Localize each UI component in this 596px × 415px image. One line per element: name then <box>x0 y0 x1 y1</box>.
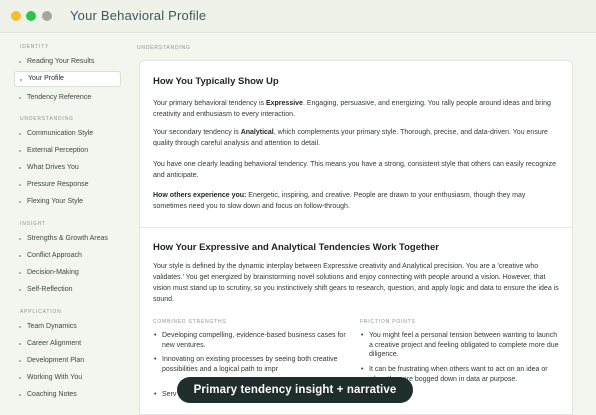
sidebar-item-self-reflection[interactable]: Self-Reflection <box>14 282 121 298</box>
bullet-icon: • <box>361 366 364 373</box>
sidebar-item-decision-making[interactable]: Decision-Making <box>14 265 121 281</box>
bullet-icon <box>20 79 22 81</box>
sidebar: IDENTITY Reading Your Results Your Profi… <box>0 34 128 415</box>
list-item: • Innovating on existing processes by see… <box>153 355 349 379</box>
sidebar-item-label: Decision-Making <box>27 269 79 276</box>
sidebar-item-reading-your-results[interactable]: Reading Your Results <box>14 54 121 70</box>
sidebar-item-label: External Perception <box>27 147 89 154</box>
sidebar-item-label: Conflict Approach <box>27 252 82 259</box>
sidebar-item-career-alignment[interactable]: Career Alignment <box>14 336 121 352</box>
sidebar-item-label: Self-Reflection <box>27 286 73 293</box>
text: You might feel a personal tension betwee… <box>369 332 559 358</box>
sidebar-section-insight: INSIGHT <box>20 221 46 227</box>
bullet-icon <box>19 326 21 328</box>
bullet-icon <box>19 255 21 257</box>
bullet-icon <box>19 343 21 345</box>
bullet-icon <box>19 377 21 379</box>
window-dot-green-icon[interactable] <box>26 11 36 21</box>
profile-card: How You Typically Show Up Your primary b… <box>139 60 573 415</box>
insight-toast: Primary tendency insight + narrative <box>177 377 413 403</box>
sidebar-item-what-drives-you[interactable]: What Drives You <box>14 160 121 176</box>
text: Developing compelling, evidence-based bu… <box>162 332 346 349</box>
bullet-icon: • <box>361 332 364 339</box>
sidebar-section-identity: IDENTITY <box>20 44 50 50</box>
text: Serv <box>162 391 177 398</box>
sidebar-item-label: Career Alignment <box>27 340 82 347</box>
sidebar-item-your-profile[interactable]: Your Profile <box>14 71 121 87</box>
main-section-label: UNDERSTANDING <box>137 45 191 51</box>
show-up-heading: How You Typically Show Up <box>153 76 279 87</box>
text: Your primary behavioral tendency is <box>153 100 266 107</box>
sidebar-item-label: Coaching Notes <box>27 391 77 398</box>
bullet-icon <box>19 289 21 291</box>
sidebar-item-development-plan[interactable]: Development Plan <box>14 353 121 369</box>
bullet-icon <box>19 201 21 203</box>
sidebar-item-external-perception[interactable]: External Perception <box>14 143 121 159</box>
sidebar-item-label: What Drives You <box>27 164 79 171</box>
text: Your secondary tendency is <box>153 129 241 136</box>
sidebar-item-label: Tendency Reference <box>27 94 92 101</box>
show-up-paragraph-others: How others experience you: Energetic, in… <box>153 190 559 212</box>
bullet-icon <box>19 238 21 240</box>
bullet-icon <box>19 61 21 63</box>
sidebar-item-label: Communication Style <box>27 130 94 137</box>
sidebar-item-label: Strengths & Growth Areas <box>27 235 108 242</box>
sidebar-section-application: APPLICATION <box>20 309 62 315</box>
show-up-paragraph-primary: Your primary behavioral tendency is Expr… <box>153 98 559 120</box>
window-dot-gray-icon[interactable] <box>42 11 52 21</box>
show-up-paragraph-leading: You have one clearly leading behavioral … <box>153 161 557 179</box>
primary-tendency: Expressive <box>265 100 303 107</box>
combined-strengths-label: COMBINED STRENGTHS <box>153 319 227 325</box>
sidebar-item-label: Your Profile <box>28 75 64 82</box>
sidebar-item-conflict-approach[interactable]: Conflict Approach <box>14 248 121 264</box>
together-heading: How Your Expressive and Analytical Tende… <box>153 242 439 253</box>
sidebar-item-label: Flexing Your Style <box>27 198 84 205</box>
bullet-icon <box>19 97 21 99</box>
window-dot-yellow-icon[interactable] <box>11 11 21 21</box>
bullet-icon <box>19 150 21 152</box>
bullet-icon <box>19 184 21 186</box>
sidebar-item-tendency-reference[interactable]: Tendency Reference <box>14 90 121 106</box>
sidebar-item-strengths-growth[interactable]: Strengths & Growth Areas <box>14 231 121 247</box>
list-item: • Developing compelling, evidence-based b… <box>153 331 349 350</box>
sidebar-item-pressure-response[interactable]: Pressure Response <box>14 177 121 193</box>
sidebar-item-team-dynamics[interactable]: Team Dynamics <box>14 319 121 335</box>
bullet-icon: • <box>154 356 157 363</box>
sidebar-item-label: Working With You <box>27 374 83 381</box>
bullet-icon <box>19 394 21 396</box>
app-window: Your Behavioral Profile IDENTITY Reading… <box>0 0 596 415</box>
sidebar-item-label: Team Dynamics <box>27 323 77 330</box>
text: Innovating on existing processes by seei… <box>162 356 338 373</box>
bullet-icon: • <box>154 332 157 339</box>
bullet-icon: • <box>154 391 157 398</box>
bullet-icon <box>19 167 21 169</box>
section-divider <box>140 227 572 228</box>
sidebar-item-communication-style[interactable]: Communication Style <box>14 126 121 142</box>
together-paragraph: Your style is defined by the dynamic int… <box>153 263 559 303</box>
others-experience-label: How others experience you: <box>153 192 247 199</box>
title-bar: Your Behavioral Profile <box>0 0 596 33</box>
bullet-icon <box>19 360 21 362</box>
window-title: Your Behavioral Profile <box>70 8 207 23</box>
show-up-paragraph-secondary: Your secondary tendency is Analytical, w… <box>153 127 559 149</box>
sidebar-item-label: Development Plan <box>27 357 85 364</box>
bullet-icon <box>19 133 21 135</box>
bullet-icon <box>19 272 21 274</box>
friction-points-label: FRICTION POINTS <box>360 319 416 325</box>
sidebar-section-understanding: UNDERSTANDING <box>20 116 74 122</box>
sidebar-item-coaching-notes[interactable]: Coaching Notes <box>14 387 121 403</box>
sidebar-item-working-with-you[interactable]: Working With You <box>14 370 121 386</box>
secondary-tendency: Analytical <box>240 129 274 136</box>
sidebar-item-label: Reading Your Results <box>27 58 95 65</box>
sidebar-item-label: Pressure Response <box>27 181 89 188</box>
list-item: • You might feel a personal tension betwe… <box>360 331 560 360</box>
sidebar-item-flexing-your-style[interactable]: Flexing Your Style <box>14 194 121 210</box>
